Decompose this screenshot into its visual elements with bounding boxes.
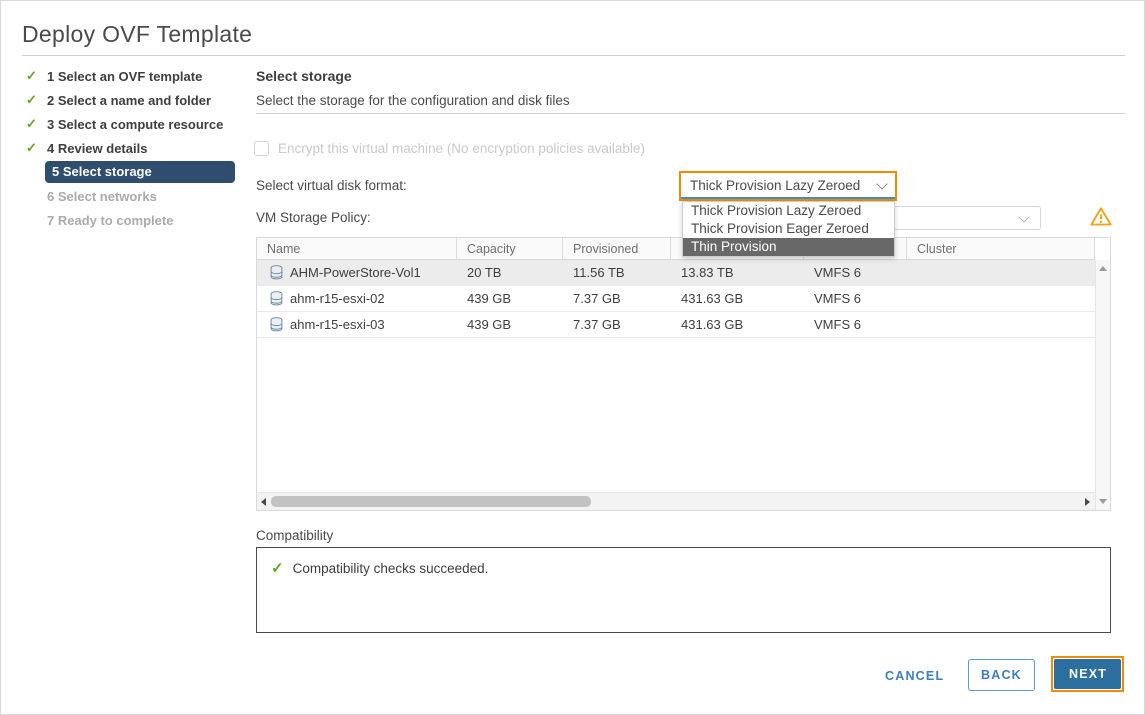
column-header[interactable]: Cluster <box>907 238 1095 259</box>
back-button[interactable]: BACK <box>968 659 1035 691</box>
deploy-ovf-template-dialog: Deploy OVF Template ✓1 Select an OVF tem… <box>0 0 1145 715</box>
warning-icon <box>1088 204 1114 230</box>
disk-format-option[interactable]: Thin Provision <box>683 238 894 256</box>
title-divider <box>22 55 1125 56</box>
column-header[interactable]: Provisioned <box>563 238 671 259</box>
table-cell: 11.56 TB <box>563 265 671 280</box>
table-cell: 431.63 GB <box>671 291 804 306</box>
datastore-name: ahm-r15-esxi-03 <box>290 317 385 332</box>
disk-icon <box>270 291 283 306</box>
horizontal-scrollbar[interactable] <box>257 492 1095 510</box>
table-cell: ahm-r15-esxi-03 <box>257 317 457 332</box>
table-cell: 13.83 TB <box>671 265 804 280</box>
encrypt-row: Encrypt this virtual machine (No encrypt… <box>254 141 645 156</box>
disk-format-label: Select virtual disk format: <box>256 178 407 193</box>
step-label: 1 Select an OVF template <box>47 69 202 84</box>
table-cell: 439 GB <box>457 317 563 332</box>
vertical-scrollbar[interactable] <box>1095 260 1110 510</box>
encrypt-label: Encrypt this virtual machine (No encrypt… <box>278 141 645 156</box>
datastore-name: ahm-r15-esxi-02 <box>290 291 385 306</box>
step-label: 4 Review details <box>47 141 147 156</box>
wizard-steps: ✓1 Select an OVF template✓2 Select a nam… <box>22 64 256 232</box>
table-row[interactable]: ahm-r15-esxi-02 439 GB7.37 GB431.63 GBVMF… <box>257 286 1095 312</box>
sidebar-step[interactable]: 5 Select storage <box>22 160 256 184</box>
disk-icon <box>270 317 283 332</box>
column-header[interactable]: Name <box>257 238 457 259</box>
disk-icon <box>270 265 283 280</box>
datastore-name: AHM-PowerStore-Vol1 <box>290 265 421 280</box>
step-label: 7 Ready to complete <box>47 213 173 228</box>
next-button-label: NEXT <box>1054 659 1121 689</box>
chevron-down-icon <box>1018 211 1029 222</box>
check-icon: ✓ <box>26 140 47 156</box>
table-cell: VMFS 6 <box>804 265 907 280</box>
vm-storage-policy-label: VM Storage Policy: <box>256 210 371 225</box>
sidebar-step[interactable]: 6 Select networks <box>22 184 256 208</box>
step-label: 2 Select a name and folder <box>47 93 211 108</box>
disk-format-options: Thick Provision Lazy ZeroedThick Provisi… <box>682 201 895 257</box>
step-label: 3 Select a compute resource <box>47 117 223 132</box>
table-cell: VMFS 6 <box>804 291 907 306</box>
scroll-up-icon[interactable] <box>1099 266 1107 271</box>
compatibility-box: ✓ Compatibility checks succeeded. <box>256 547 1111 633</box>
cancel-button[interactable]: CANCEL <box>885 669 944 683</box>
step-label: 6 Select networks <box>47 189 157 204</box>
table-cell: AHM-PowerStore-Vol1 <box>257 265 457 280</box>
scroll-down-icon[interactable] <box>1099 499 1107 504</box>
chevron-down-icon <box>876 178 887 189</box>
sidebar-step[interactable]: ✓2 Select a name and folder <box>22 88 256 112</box>
dialog-title: Deploy OVF Template <box>22 21 252 48</box>
check-icon: ✓ <box>26 68 47 84</box>
step-heading: Select storage <box>256 68 352 84</box>
compatibility-label: Compatibility <box>256 528 333 543</box>
sidebar-step[interactable]: ✓1 Select an OVF template <box>22 64 256 88</box>
table-cell: 20 TB <box>457 265 563 280</box>
table-cell: ahm-r15-esxi-02 <box>257 291 457 306</box>
check-icon: ✓ <box>26 92 47 108</box>
step-label: 5 Select storage <box>45 161 235 183</box>
datastore-table: NameCapacityProvisioned Cluster AHM-Power… <box>256 237 1111 511</box>
table-row[interactable]: ahm-r15-esxi-03 439 GB7.37 GB431.63 GBVMF… <box>257 312 1095 338</box>
table-cell: 439 GB <box>457 291 563 306</box>
scroll-left-icon[interactable] <box>261 498 266 506</box>
table-cell: 7.37 GB <box>563 317 671 332</box>
disk-format-value: Thick Provision Lazy Zeroed <box>690 178 860 193</box>
horizontal-scrollbar-thumb[interactable] <box>271 496 591 507</box>
disk-format-select[interactable]: Thick Provision Lazy Zeroed <box>679 171 897 201</box>
sidebar-step[interactable]: 7 Ready to complete <box>22 208 256 232</box>
table-cell: 431.63 GB <box>671 317 804 332</box>
sidebar-step[interactable]: ✓3 Select a compute resource <box>22 112 256 136</box>
table-cell: 7.37 GB <box>563 291 671 306</box>
disk-format-option[interactable]: Thick Provision Eager Zeroed <box>683 220 894 238</box>
disk-format-option[interactable]: Thick Provision Lazy Zeroed <box>683 202 894 220</box>
step-subheading: Select the storage for the configuration… <box>256 93 570 108</box>
content-divider <box>256 113 1125 114</box>
table-row[interactable]: AHM-PowerStore-Vol1 20 TB11.56 TB13.83 TB… <box>257 260 1095 286</box>
sidebar-step[interactable]: ✓4 Review details <box>22 136 256 160</box>
column-header[interactable]: Capacity <box>457 238 563 259</box>
next-button[interactable]: NEXT <box>1051 656 1124 692</box>
compatibility-message: Compatibility checks succeeded. <box>293 561 489 576</box>
check-icon: ✓ <box>26 116 47 132</box>
success-check-icon: ✓ <box>271 561 284 576</box>
table-body: AHM-PowerStore-Vol1 20 TB11.56 TB13.83 TB… <box>257 260 1095 492</box>
table-cell: VMFS 6 <box>804 317 907 332</box>
encrypt-checkbox[interactable] <box>254 141 269 156</box>
scroll-right-icon[interactable] <box>1085 498 1090 506</box>
table-header: NameCapacityProvisioned Cluster <box>257 238 1095 260</box>
